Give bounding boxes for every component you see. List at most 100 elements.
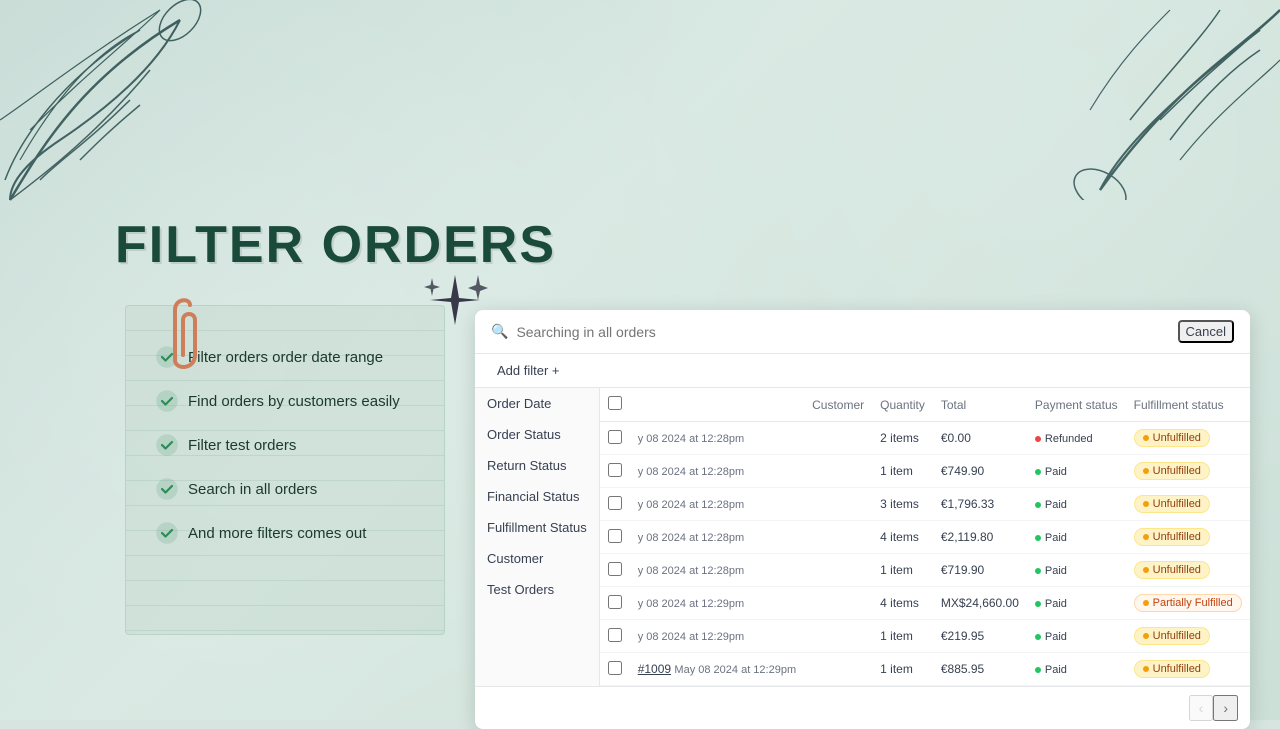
payment-dot	[1035, 634, 1041, 640]
customer-cell	[804, 422, 872, 455]
payment-dot	[1035, 535, 1041, 541]
row-checkbox[interactable]	[608, 430, 622, 444]
customer-cell	[804, 620, 872, 653]
payment-label: Paid	[1045, 532, 1067, 544]
add-filter-button[interactable]: Add filter +	[491, 360, 566, 381]
customer-cell	[804, 455, 872, 488]
order-date-cell: y 08 2024 at 12:28pm	[630, 554, 804, 587]
row-checkbox[interactable]	[608, 496, 622, 510]
quantity-cell: 4 items	[872, 587, 933, 620]
table-container: Order DateOrder StatusReturn StatusFinan…	[475, 388, 1250, 686]
checklist-item: Find orders by customers easily	[156, 390, 424, 412]
checklist-item-text: Filter test orders	[188, 437, 296, 454]
filter-option[interactable]: Order Date	[475, 388, 599, 419]
col-fulfillment: Fulfillment status	[1126, 388, 1250, 422]
order-date-cell: y 08 2024 at 12:28pm	[630, 488, 804, 521]
total-cell: €749.90	[933, 455, 1027, 488]
table-scroll-area[interactable]: Customer Quantity Total Payment status F…	[600, 388, 1250, 686]
payment-label: Paid	[1045, 499, 1067, 511]
table-row: y 08 2024 at 12:28pm 1 item €749.90 Paid…	[600, 455, 1250, 488]
prev-page-button[interactable]: ‹	[1189, 695, 1214, 721]
fulfillment-cell: Unfulfilled	[1126, 620, 1250, 653]
payment-label: Paid	[1045, 631, 1067, 643]
next-page-button[interactable]: ›	[1213, 695, 1238, 721]
quantity-cell: 3 items	[872, 488, 933, 521]
fulfillment-dot	[1143, 600, 1149, 606]
filter-option[interactable]: Customer	[475, 543, 599, 574]
order-date-cell: y 08 2024 at 12:28pm	[630, 521, 804, 554]
orders-table: Customer Quantity Total Payment status F…	[600, 388, 1250, 686]
fulfillment-cell: Unfulfilled	[1126, 422, 1250, 455]
customer-cell	[804, 554, 872, 587]
payment-label: Refunded	[1045, 433, 1093, 445]
row-checkbox[interactable]	[608, 463, 622, 477]
leaf-top-left-icon	[0, 0, 220, 220]
order-link[interactable]: #1009	[638, 662, 671, 676]
fulfillment-badge: Unfulfilled	[1134, 660, 1210, 678]
fulfillment-dot	[1143, 435, 1149, 441]
check-icon	[156, 478, 178, 500]
col-customer: Customer	[804, 388, 872, 422]
payment-cell: Refunded	[1027, 422, 1126, 455]
quantity-cell: 1 item	[872, 620, 933, 653]
fulfillment-dot	[1143, 534, 1149, 540]
fulfillment-badge: Unfulfilled	[1134, 495, 1210, 513]
checklist-item-text: And more filters comes out	[188, 525, 366, 542]
leaf-top-right-icon	[1020, 0, 1280, 200]
table-row: y 08 2024 at 12:28pm 4 items €2,119.80 P…	[600, 521, 1250, 554]
total-cell: €719.90	[933, 554, 1027, 587]
payment-dot	[1035, 436, 1041, 442]
cancel-button[interactable]: Cancel	[1178, 320, 1234, 343]
total-cell: €885.95	[933, 653, 1027, 686]
search-input[interactable]	[516, 324, 1169, 340]
col-payment: Payment status	[1027, 388, 1126, 422]
fulfillment-cell: Unfulfilled	[1126, 554, 1250, 587]
search-bar: 🔍 Cancel	[475, 310, 1250, 354]
paperclip-icon	[155, 290, 210, 390]
fulfillment-cell: Unfulfilled	[1126, 488, 1250, 521]
select-all-checkbox[interactable]	[608, 396, 622, 410]
payment-cell: Paid	[1027, 455, 1126, 488]
check-icon	[156, 390, 178, 412]
order-date-cell: y 08 2024 at 12:29pm	[630, 620, 804, 653]
payment-label: Paid	[1045, 664, 1067, 676]
customer-cell	[804, 653, 872, 686]
filter-option[interactable]: Order Status	[475, 419, 599, 450]
row-checkbox[interactable]	[608, 529, 622, 543]
total-cell: MX$24,660.00	[933, 587, 1027, 620]
table-header: Customer Quantity Total Payment status F…	[600, 388, 1250, 422]
payment-cell: Paid	[1027, 587, 1126, 620]
filter-option[interactable]: Return Status	[475, 450, 599, 481]
col-quantity: Quantity	[872, 388, 933, 422]
fulfillment-dot	[1143, 468, 1149, 474]
row-checkbox[interactable]	[608, 562, 622, 576]
sparkle-icon	[420, 270, 490, 337]
row-checkbox[interactable]	[608, 661, 622, 675]
orders-panel: 🔍 Cancel Add filter + Order DateOrder St…	[475, 310, 1250, 729]
table-footer: ‹ ›	[475, 686, 1250, 729]
table-row: #1009 May 08 2024 at 12:29pm 1 item €885…	[600, 653, 1250, 686]
table-row: y 08 2024 at 12:29pm 1 item €219.95 Paid…	[600, 620, 1250, 653]
payment-dot	[1035, 667, 1041, 673]
total-cell: €1,796.33	[933, 488, 1027, 521]
payment-label: Paid	[1045, 565, 1067, 577]
row-checkbox[interactable]	[608, 595, 622, 609]
filter-sidebar: Order DateOrder StatusReturn StatusFinan…	[475, 388, 600, 686]
payment-cell: Paid	[1027, 521, 1126, 554]
payment-cell: Paid	[1027, 653, 1126, 686]
filter-option[interactable]: Fulfillment Status	[475, 512, 599, 543]
fulfillment-cell: Unfulfilled	[1126, 455, 1250, 488]
customer-cell	[804, 587, 872, 620]
col-total: Total	[933, 388, 1027, 422]
check-icon	[156, 522, 178, 544]
payment-cell: Paid	[1027, 554, 1126, 587]
checklist-item: Search in all orders	[156, 478, 424, 500]
table-body: y 08 2024 at 12:28pm 2 items €0.00 Refun…	[600, 422, 1250, 686]
fulfillment-badge: Unfulfilled	[1134, 561, 1210, 579]
row-checkbox[interactable]	[608, 628, 622, 642]
filter-option[interactable]: Test Orders	[475, 574, 599, 605]
fulfillment-dot	[1143, 501, 1149, 507]
filter-option[interactable]: Financial Status	[475, 481, 599, 512]
fulfillment-dot	[1143, 666, 1149, 672]
payment-cell: Paid	[1027, 488, 1126, 521]
